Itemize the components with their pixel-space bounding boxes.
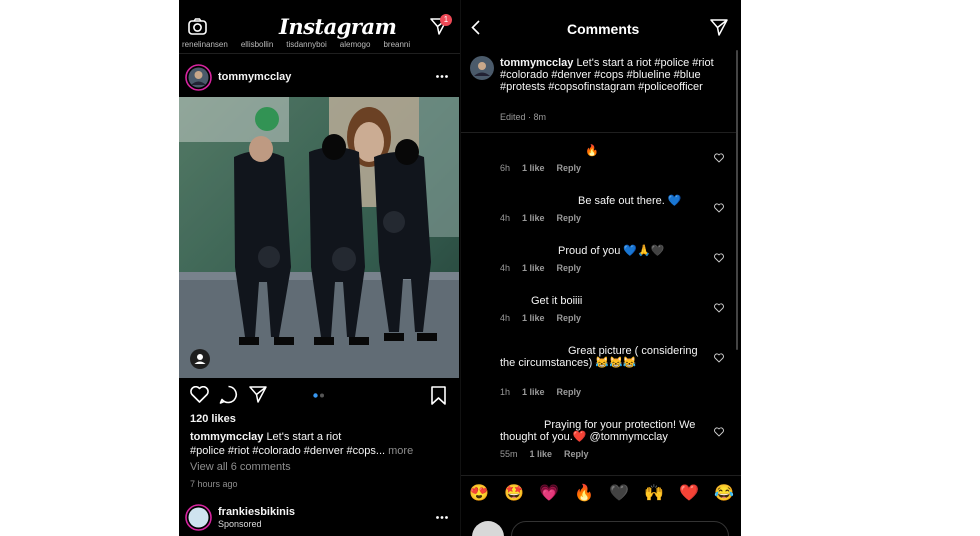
more-icon[interactable]: [436, 75, 448, 78]
header-divider: [179, 53, 460, 54]
user-tag-icon[interactable]: [190, 349, 210, 369]
post-username[interactable]: tommymcclay: [218, 71, 291, 83]
comments-panel: Comments tommymcclay Let's start a riot …: [460, 0, 741, 536]
emoji-divider: [461, 475, 741, 476]
comment-likes[interactable]: 1 like: [522, 213, 545, 223]
emoji-button[interactable]: 💗: [539, 483, 559, 503]
original-username[interactable]: tommymcclay: [500, 57, 573, 69]
comment-like-icon[interactable]: [714, 253, 724, 263]
emoji-button[interactable]: 😍: [469, 483, 489, 503]
caption-text: Let's start a riot: [266, 431, 342, 443]
send-icon[interactable]: [710, 19, 728, 36]
comment-time: 4h: [500, 213, 511, 223]
camera-icon[interactable]: [188, 18, 207, 35]
comment-meta: 6h 1 like Reply: [500, 163, 581, 173]
comment-text: Be safe out there. 💙: [578, 195, 682, 207]
sponsored-label: Sponsored: [218, 519, 262, 529]
next-post-avatar[interactable]: [185, 504, 212, 531]
post-avatar[interactable]: [185, 64, 212, 91]
comment-text: Get it boiiii: [531, 295, 583, 307]
feed-panel: Instagram 1 renelinansen ellisbollin tis…: [179, 0, 460, 536]
emoji-button[interactable]: 🖤: [609, 483, 629, 503]
story-label[interactable]: ellisbollin: [241, 40, 273, 49]
comment-meta: 1h 1 like Reply: [500, 387, 581, 397]
comment-like-icon[interactable]: [714, 353, 724, 363]
comment-time: 55m: [500, 449, 518, 459]
comment-text: Praying for your protection! We thought …: [500, 419, 696, 443]
comment-text: Proud of you 💙🙏🖤: [558, 245, 665, 257]
stories-row[interactable]: renelinansen ellisbollin tisdannyboi ale…: [179, 40, 460, 49]
emoji-button[interactable]: 🔥: [574, 483, 594, 503]
comment-text: Great picture ( considering the circumst…: [500, 345, 698, 369]
reply-button[interactable]: Reply: [557, 313, 582, 323]
caption-username[interactable]: tommymcclay: [190, 431, 263, 443]
emoji-button[interactable]: 🙌: [644, 483, 664, 503]
original-text: Let's start a riot: [576, 57, 652, 69]
comment-like-icon[interactable]: [714, 427, 724, 437]
caption-divider: [461, 132, 736, 133]
comment-likes[interactable]: 1 like: [530, 449, 553, 459]
post-caption: tommymcclay Let's start a riot #police #…: [190, 430, 452, 458]
comment-like-icon[interactable]: [714, 203, 724, 213]
comment-time: 1h: [500, 387, 511, 397]
comment-meta: 55m 1 like Reply: [500, 449, 589, 459]
heart-icon[interactable]: [190, 386, 209, 403]
story-label[interactable]: breanni: [383, 40, 410, 49]
emoji-quick-bar: 😍 🤩 💗 🔥 🖤 🙌 ❤️ 😂: [469, 483, 734, 503]
comment-like-icon[interactable]: [714, 303, 724, 313]
scrollbar[interactable]: [736, 50, 738, 350]
comment-time: 6h: [500, 163, 511, 173]
caption-more-link[interactable]: more: [388, 445, 413, 457]
comment-input[interactable]: [511, 521, 729, 536]
back-icon[interactable]: [471, 20, 480, 35]
app-logo: Instagram: [279, 14, 397, 39]
page-title: Comments: [567, 21, 640, 37]
likes-count[interactable]: 120 likes: [190, 413, 236, 425]
comment-like-icon[interactable]: [714, 153, 724, 163]
reply-button[interactable]: Reply: [564, 449, 589, 459]
reply-button[interactable]: Reply: [557, 263, 582, 273]
comment-time: 4h: [500, 263, 511, 273]
comment-meta: 4h 1 like Reply: [500, 213, 581, 223]
comment-likes[interactable]: 1 like: [522, 263, 545, 273]
comment-meta: 4h 1 like Reply: [500, 313, 581, 323]
post-time: 7 hours ago: [190, 479, 238, 489]
caption-avatar[interactable]: [470, 56, 494, 80]
view-all-comments-link[interactable]: View all 6 comments: [190, 461, 291, 473]
carousel-dots: [313, 393, 327, 398]
emoji-button[interactable]: 🤩: [504, 483, 524, 503]
original-caption: tommymcclay Let's start a riot #police #…: [500, 57, 735, 93]
comment-icon[interactable]: [219, 385, 238, 404]
more-icon[interactable]: [436, 516, 448, 519]
composer-avatar: [472, 521, 504, 536]
original-meta: Edited · 8m: [500, 112, 547, 122]
notification-badge: 1: [440, 14, 452, 26]
comment-likes[interactable]: 1 like: [522, 313, 545, 323]
comment-time: 4h: [500, 313, 511, 323]
story-label[interactable]: tisdannyboi: [286, 40, 326, 49]
comment-likes[interactable]: 1 like: [522, 163, 545, 173]
reply-button[interactable]: Reply: [557, 213, 582, 223]
story-label[interactable]: renelinansen: [182, 40, 228, 49]
comment-meta: 4h 1 like Reply: [500, 263, 581, 273]
next-post-username[interactable]: frankiesbikinis: [218, 506, 295, 518]
comment-text: 🔥: [585, 145, 599, 157]
post-photo[interactable]: [179, 97, 459, 378]
reply-button[interactable]: Reply: [557, 163, 582, 173]
emoji-button[interactable]: ❤️: [679, 483, 699, 503]
caption-tags[interactable]: #police #riot #colorado #denver #cops...: [190, 445, 385, 457]
emoji-button[interactable]: 😂: [714, 483, 734, 503]
reply-button[interactable]: Reply: [557, 387, 582, 397]
story-label[interactable]: alemogo: [340, 40, 371, 49]
bookmark-icon[interactable]: [431, 386, 446, 405]
share-icon[interactable]: [249, 386, 267, 403]
comment-likes[interactable]: 1 like: [522, 387, 545, 397]
